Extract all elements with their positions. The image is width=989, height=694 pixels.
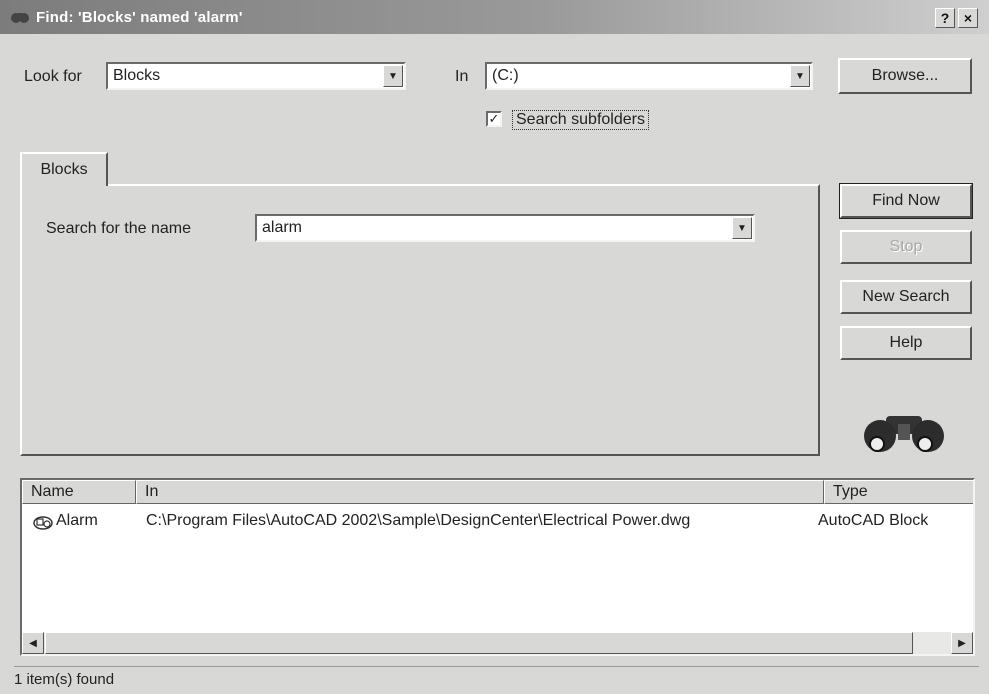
column-name-label: Name [31,483,74,500]
in-label: In [455,68,469,85]
row-name: Alarm [56,512,98,529]
search-subfolders-checkbox[interactable]: ✓ [486,111,502,127]
status-bar: 1 item(s) found [14,666,979,692]
find-now-label: Find Now [872,192,940,209]
search-name-input[interactable]: alarm ▼ [255,214,755,242]
block-icon [33,516,53,530]
check-icon: ✓ [488,111,500,126]
column-header-in[interactable]: In [136,480,824,504]
help-icon: ? [940,10,950,26]
in-value: (C:) [492,67,519,84]
new-search-label: New Search [862,288,950,305]
close-icon: × [963,10,973,26]
chevron-down-icon[interactable]: ▼ [732,217,752,239]
stop-label: Stop [889,238,923,255]
search-subfolders-label[interactable]: Search subfolders [512,110,649,130]
column-type-label: Type [833,483,868,500]
results-list[interactable]: Name In Type Alarm C:\Program Files\Auto… [20,478,975,656]
chevron-down-icon[interactable]: ▼ [383,65,403,87]
scroll-thumb[interactable] [45,632,913,654]
scroll-left-icon[interactable]: ◀ [22,632,44,654]
close-title-button[interactable]: × [958,8,978,28]
column-in-label: In [145,483,159,500]
column-header-type[interactable]: Type [824,480,973,504]
help-label: Help [889,334,923,351]
browse-label: Browse... [871,67,939,84]
help-title-button[interactable]: ? [935,8,955,28]
binoculars-icon [864,416,944,452]
tab-blocks-label: Blocks [40,161,88,178]
search-name-label: Search for the name [46,220,191,237]
new-search-button[interactable]: New Search [840,280,972,314]
browse-button[interactable]: Browse... [838,58,972,94]
look-for-label: Look for [24,68,82,85]
status-text: 1 item(s) found [14,671,115,688]
scroll-right-icon[interactable]: ▶ [951,632,973,654]
app-icon [11,13,29,23]
title-bar: Find: 'Blocks' named 'alarm' [0,0,989,34]
chevron-down-icon[interactable]: ▼ [790,65,810,87]
stop-button[interactable]: Stop [840,230,972,264]
column-header-name[interactable]: Name [22,480,136,504]
in-dropdown[interactable]: (C:) ▼ [485,62,813,90]
help-button[interactable]: Help [840,326,972,360]
row-type: AutoCAD Block [818,512,929,529]
look-for-dropdown[interactable]: Blocks ▼ [106,62,406,90]
search-name-value: alarm [262,219,303,236]
look-for-value: Blocks [113,67,161,84]
window-title: Find: 'Blocks' named 'alarm' [36,8,243,26]
find-now-button[interactable]: Find Now [839,183,973,219]
row-in: C:\Program Files\AutoCAD 2002\Sample\Des… [146,512,691,529]
tab-blocks[interactable]: Blocks [20,152,108,186]
horizontal-scrollbar[interactable]: ◀ ▶ [22,632,973,654]
